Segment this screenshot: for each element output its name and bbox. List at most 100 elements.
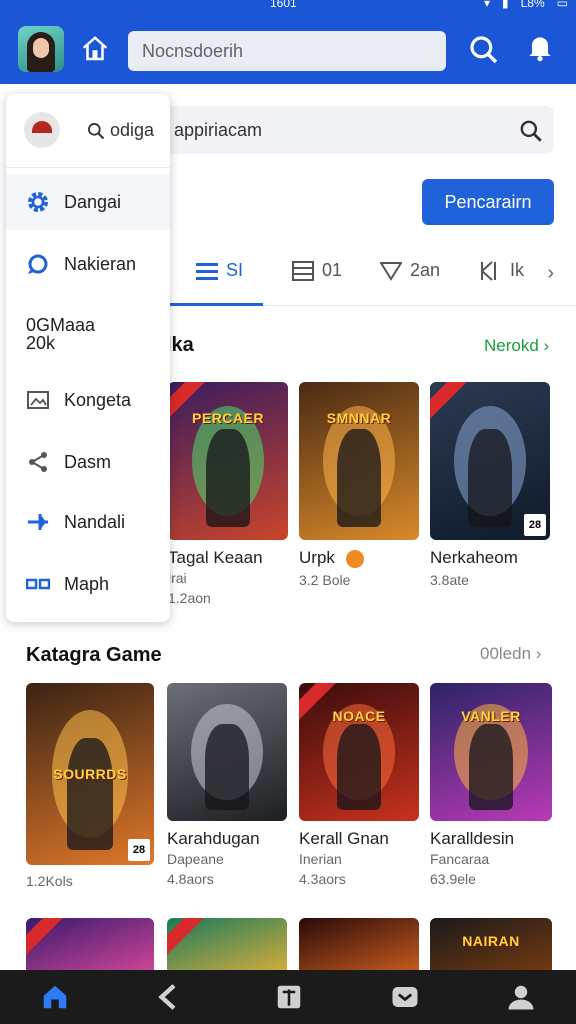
tab-grid[interactable]: 01 [292, 260, 342, 281]
game-card[interactable]: NOACE Kerall Gnan Inerian 4.3aors [299, 683, 419, 887]
share-icon [29, 452, 47, 472]
game-subtitle: lrai [168, 570, 187, 586]
see-more-link[interactable]: Nerokd › [484, 336, 549, 356]
game-meta: 1.2Kols [26, 873, 73, 889]
game-meta: 63.9ele [430, 871, 476, 887]
game-card[interactable]: 28 Nerkaheom 3.8ate [430, 382, 550, 588]
game-card[interactable]: SMNNAR Urpk 3.2 Bole [299, 382, 419, 588]
tab-bar: SI 01 2an Ik › [170, 240, 576, 306]
game-card[interactable]: Karahdugan Dapeane 4.8aors [167, 683, 287, 887]
game-title: Karalldesin [430, 829, 515, 848]
status-time: 1601 [270, 0, 297, 10]
menu-item-sublabel: 20k [26, 333, 56, 353]
game-title: Tagal Keaan [168, 548, 263, 567]
game-thumbnail[interactable]: NOACE [299, 683, 419, 821]
image-icon [27, 391, 49, 409]
game-title: Kerall Gnan [299, 829, 389, 848]
secondary-search-field[interactable]: appiriacam [162, 106, 554, 154]
game-meta: 3.8ate [430, 572, 469, 588]
game-thumbnail[interactable] [167, 683, 287, 821]
hot-badge-icon [345, 549, 364, 568]
game-logo: SMNNAR [326, 410, 392, 427]
chat-icon [28, 254, 48, 274]
menu-item-label: Dangai [64, 191, 122, 212]
menu-item-label: Nandali [64, 511, 126, 532]
tab-bookmark[interactable]: Ik [480, 260, 524, 281]
see-more-link[interactable]: 00ledn › [480, 644, 541, 664]
game-card[interactable] [167, 918, 287, 978]
game-subtitle: Inerian [299, 851, 342, 867]
game-thumbnail[interactable] [299, 918, 419, 978]
map-icon [26, 578, 50, 590]
app-logo-icon [24, 112, 60, 148]
menu-item-gallery[interactable]: Kongeta [6, 372, 170, 428]
see-more-label: 00ledn [480, 644, 532, 663]
menu-item-send[interactable]: Nandali [6, 494, 170, 550]
bottom-navigation [0, 970, 576, 1024]
tab-label: SI [226, 260, 244, 280]
game-card[interactable]: NAIRAN [430, 918, 552, 978]
menu-item-map[interactable]: Maph [6, 556, 170, 612]
game-title: Karahdugan [167, 829, 260, 848]
tab-list[interactable]: SI [196, 260, 243, 281]
search-icon[interactable] [518, 118, 544, 144]
secondary-search-text: appiriacam [174, 120, 263, 140]
game-meta: 4.3aors [299, 871, 346, 887]
tab-label: 2an [410, 260, 441, 280]
menu-item-label: Nakieran [64, 253, 137, 274]
book-icon[interactable] [274, 982, 304, 1012]
game-card[interactable]: PERCAER Tagal Keaan lrai 1.2aon [168, 382, 288, 606]
game-thumbnail[interactable]: PERCAER [168, 382, 288, 540]
tab-label: 01 [322, 260, 343, 280]
section-title: lka [166, 334, 194, 356]
search-input[interactable]: Nocnsdoerih [128, 31, 446, 71]
game-card[interactable] [26, 918, 154, 978]
plane-icon [28, 514, 48, 530]
back-icon[interactable] [154, 982, 184, 1012]
game-card[interactable]: VANLER Karalldesin Fancaraa 63.9ele [430, 683, 552, 887]
app-bar: 1601 ▾ ▮ L8% ▭ Nocnsdoerih [0, 0, 576, 84]
game-thumbnail[interactable] [26, 918, 154, 978]
gear-icon [28, 192, 48, 212]
game-thumbnail[interactable]: VANLER [430, 683, 552, 821]
game-thumbnail[interactable]: 28 [430, 382, 550, 540]
game-thumbnail[interactable]: NAIRAN [430, 918, 552, 978]
home-icon[interactable] [80, 34, 110, 64]
search-icon[interactable] [468, 34, 500, 66]
dropdown-menu: odiga Dangai Nakieran 0GMaaa 20k Kongeta… [6, 94, 170, 622]
menu-item-chat[interactable]: Nakieran [6, 236, 170, 292]
notification-icon[interactable] [524, 32, 556, 64]
menu-item-share[interactable]: Dasm [6, 434, 170, 490]
battery-level: L8% [520, 0, 545, 10]
menu-item-stats[interactable]: 0GMaaa 20k [6, 316, 170, 372]
menu-search[interactable]: odiga [86, 120, 154, 141]
tab-filter[interactable]: 2an [380, 260, 440, 281]
game-thumbnail[interactable] [167, 918, 287, 978]
menu-item-label: 0GMaaa [26, 315, 96, 335]
bookmark-icon [481, 260, 496, 281]
game-card[interactable] [299, 918, 419, 978]
game-title-text: Urpk [299, 548, 335, 567]
game-card[interactable]: SOURRDS 28 1.2Kols [26, 683, 154, 889]
signal-icon: ▮ [502, 0, 509, 10]
tab-label: Ik [510, 260, 525, 280]
profile-icon[interactable] [506, 982, 536, 1012]
game-thumbnail[interactable]: SMNNAR [299, 382, 419, 540]
game-title: Nerkaheom [430, 548, 518, 567]
menu-header: odiga [6, 94, 170, 168]
age-rating-badge: 28 [524, 514, 546, 536]
game-subtitle: Dapeane [167, 851, 224, 867]
message-icon[interactable] [390, 982, 420, 1012]
game-meta: 1.2aon [168, 590, 211, 606]
chevron-right-icon[interactable]: › [547, 262, 554, 285]
battery-icon: ▭ [556, 0, 568, 10]
game-logo: PERCAER [192, 410, 264, 427]
menu-item-label: Kongeta [64, 389, 132, 410]
search-button[interactable]: Pencarairn [422, 179, 554, 225]
menu-item-label: Maph [64, 573, 110, 594]
menu-item-settings[interactable]: Dangai [6, 174, 170, 230]
avatar[interactable] [18, 26, 64, 72]
home-icon[interactable] [40, 982, 70, 1012]
menu-item-label: Dasm [64, 451, 112, 472]
game-thumbnail[interactable]: SOURRDS 28 [26, 683, 154, 865]
